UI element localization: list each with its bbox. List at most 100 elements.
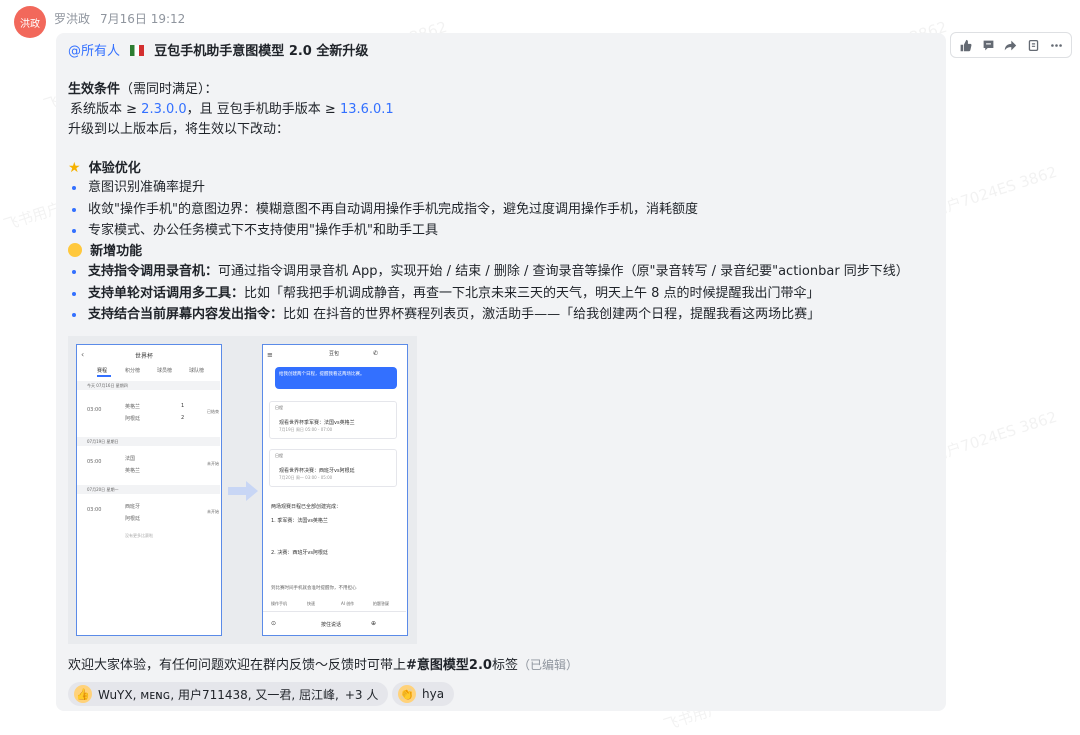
match-status: 已结束: [207, 409, 219, 414]
date-header: 今天 07月16日 星期四: [87, 383, 128, 388]
footer-tag[interactable]: #意图模型2.0: [406, 658, 492, 673]
more-icon[interactable]: [1047, 35, 1067, 55]
tab-schedule: 赛程: [97, 368, 108, 374]
section2-item: 支持指令调用录音机：可通过指令调用录音机 App，实现开始 / 结束 / 删除 …: [88, 262, 909, 282]
condition-note: （需同时满足）：: [120, 82, 218, 97]
event-time: 7月20日 周一 03:00 - 05:00: [279, 475, 333, 480]
star-icon: ★: [68, 160, 81, 176]
section1-heading: ★ 体验优化: [68, 158, 141, 179]
score: 1: [181, 403, 185, 409]
version-line: 系统版本 ≥ 2.3.0.0，且 豆包手机助手版本 ≥ 13.6.0.1: [70, 100, 394, 120]
match-status: 未开始: [207, 509, 219, 514]
forward-icon[interactable]: [1001, 35, 1021, 55]
camera-icon: ⊙: [271, 620, 277, 627]
match-time: 03:00: [87, 407, 102, 413]
message-title-line: @所有人 豆包手机助手意图模型 2.0 全新升级: [68, 42, 368, 62]
bullet-icon: [72, 270, 76, 274]
sender-name[interactable]: 罗洪政: [54, 10, 90, 27]
reaction-clap[interactable]: 👏 hya: [392, 682, 455, 706]
action-chip: AI 创作: [341, 601, 355, 606]
team-name: 阿根廷: [125, 416, 141, 422]
action-chip: 拍题答疑: [373, 601, 389, 606]
item-bold: 支持结合当前屏幕内容发出指令：: [88, 307, 284, 322]
match-time: 05:00: [87, 459, 102, 465]
team-name: 西班牙: [125, 504, 141, 510]
calendar-label: 日程: [275, 453, 283, 458]
reaction-like[interactable]: 👍 WuYX, ᴍᴇɴɢ, 用户711438, 又一君, 屈江峰, +3 人: [68, 682, 389, 706]
item-text: 比如「帮我把手机调成静音，再查一下北京未来三天的天气，明天上午 8 点的时候提醒…: [244, 286, 820, 301]
reaction-more[interactable]: +3 人: [345, 686, 379, 703]
phone-call-icon: ✆: [373, 350, 379, 357]
summary-item: 1. 季军赛：法国vs英格兰: [271, 518, 328, 524]
upgrade-note: 升级到以上版本后，将生效以下改动：: [68, 122, 290, 137]
event-title: 观看世界杯决赛：西班牙vs阿根廷: [279, 468, 355, 474]
system-version-link[interactable]: 2.3.0.0: [141, 102, 186, 117]
section2-item: 支持单轮对话调用多工具：比如「帮我把手机调成静音，再查一下北京未来三天的天气，明…: [88, 284, 820, 304]
menu-icon: ≡: [267, 351, 273, 359]
thumbs-up-icon: 👍: [74, 685, 92, 703]
user-message: 给我创建两个日程，提醒我看这两场比赛。: [279, 372, 365, 377]
version-mid: ，且 豆包手机助手版本 ≥: [186, 102, 340, 117]
team-name: 法国: [125, 456, 136, 462]
list-footer: 没有更多比赛啦: [125, 533, 153, 538]
summary-title: 两场观赛日程已全部创建完成：: [271, 504, 342, 510]
section2-item: 支持结合当前屏幕内容发出指令：比如 在抖音的世界杯赛程列表页，激活助手——「给我…: [88, 305, 820, 325]
section2-title: 新增功能: [90, 244, 143, 259]
score: 2: [181, 415, 185, 421]
app-version-link[interactable]: 13.6.0.1: [340, 102, 394, 117]
item-text: 可通过指令调用录音机 App，实现开始 / 结束 / 删除 / 查询录音等操作（…: [218, 264, 909, 279]
bullet-icon: [72, 208, 76, 212]
section1-item: 专家模式、办公任务模式下不支持使用"操作手机"和助手工具: [88, 223, 438, 238]
bullet-icon: [72, 229, 76, 233]
reaction-users: WuYX, ᴍᴇɴɢ, 用户711438, 又一君, 屈江峰,: [98, 687, 339, 702]
section2-heading: 新增功能: [68, 242, 142, 262]
bullet-icon: [72, 292, 76, 296]
clap-icon: 👏: [398, 685, 416, 703]
mention-all[interactable]: @所有人: [68, 44, 120, 59]
tab-standings: 积分榜: [125, 368, 141, 374]
bullet-icon: [72, 186, 76, 190]
footer-line: 欢迎大家体验，有任何问题欢迎在群内反馈～反馈时可带上#意图模型2.0标签（已编辑…: [68, 655, 578, 676]
reaction-users: hya: [422, 687, 445, 701]
team-name: 英格兰: [125, 468, 141, 474]
section1-title: 体验优化: [88, 161, 141, 176]
tab-players: 球员榜: [157, 368, 173, 374]
team-name: 英格兰: [125, 404, 141, 410]
match-status: 未开始: [207, 461, 219, 466]
phone-assistant: ≡ 豆包 ✆ 给我创建两个日程，提醒我看这两场比赛。 日程 观看世界杯季军赛：法…: [262, 344, 408, 636]
footer-text: 欢迎大家体验，有任何问题欢迎在群内反馈～反馈时可带上: [68, 658, 407, 673]
arrow-right-icon: [228, 481, 258, 505]
event-title: 观看世界杯季军赛：法国vs英格兰: [279, 420, 355, 426]
action-chip: 操作手机: [271, 601, 287, 606]
edited-label: （已编辑）: [517, 658, 578, 672]
plus-icon: ⊕: [371, 620, 377, 627]
action-chip: 快速: [307, 601, 315, 606]
condition-heading: 生效条件（需同时满足）：: [68, 80, 218, 100]
comment-icon[interactable]: [978, 35, 998, 55]
add-reaction-icon[interactable]: [1024, 35, 1044, 55]
team-name: 阿根廷: [125, 516, 141, 522]
message-toolbar: [950, 32, 1072, 58]
smile-icon: [68, 243, 82, 257]
event-time: 7月19日 周日 05:00 - 07:00: [279, 427, 333, 432]
assistant-title: 豆包: [329, 351, 340, 357]
thumbs-up-icon[interactable]: [955, 35, 975, 55]
version-prefix: 系统版本 ≥: [70, 102, 142, 117]
footer-tail: 标签: [491, 658, 518, 673]
avatar[interactable]: 洪政: [14, 6, 46, 38]
summary-note: 到比赛时间手机就会准时提醒你，不用担心: [271, 586, 357, 591]
date-header: 07月19日 星期日: [87, 439, 119, 444]
message-meta: 罗洪政 7月16日 19:12: [54, 10, 185, 27]
item-text: 比如 在抖音的世界杯赛程列表页，激活助手——「给我创建两个日程，提醒我看这两场比…: [283, 307, 821, 322]
calendar-label: 日程: [275, 405, 283, 410]
phone-schedule: ‹ 世界杯 赛程 积分榜 球员榜 球队榜 今天 07月16日 星期四 03:00…: [76, 344, 222, 636]
back-icon: ‹: [81, 350, 85, 359]
tab-teams: 球队榜: [189, 368, 205, 374]
summary-item: 2. 决赛：西班牙vs阿根廷: [271, 550, 328, 556]
item-bold: 支持指令调用录音机：: [88, 264, 219, 279]
schedule-title: 世界杯: [135, 353, 154, 360]
flag-icon: [130, 45, 145, 56]
match-time: 03:00: [87, 507, 102, 513]
section1-item: 收敛"操作手机"的意图边界：模糊意图不再自动调用操作手机完成指令，避免过度调用操…: [88, 202, 698, 217]
attached-image[interactable]: ‹ 世界杯 赛程 积分榜 球员榜 球队榜 今天 07月16日 星期四 03:00…: [68, 336, 417, 644]
